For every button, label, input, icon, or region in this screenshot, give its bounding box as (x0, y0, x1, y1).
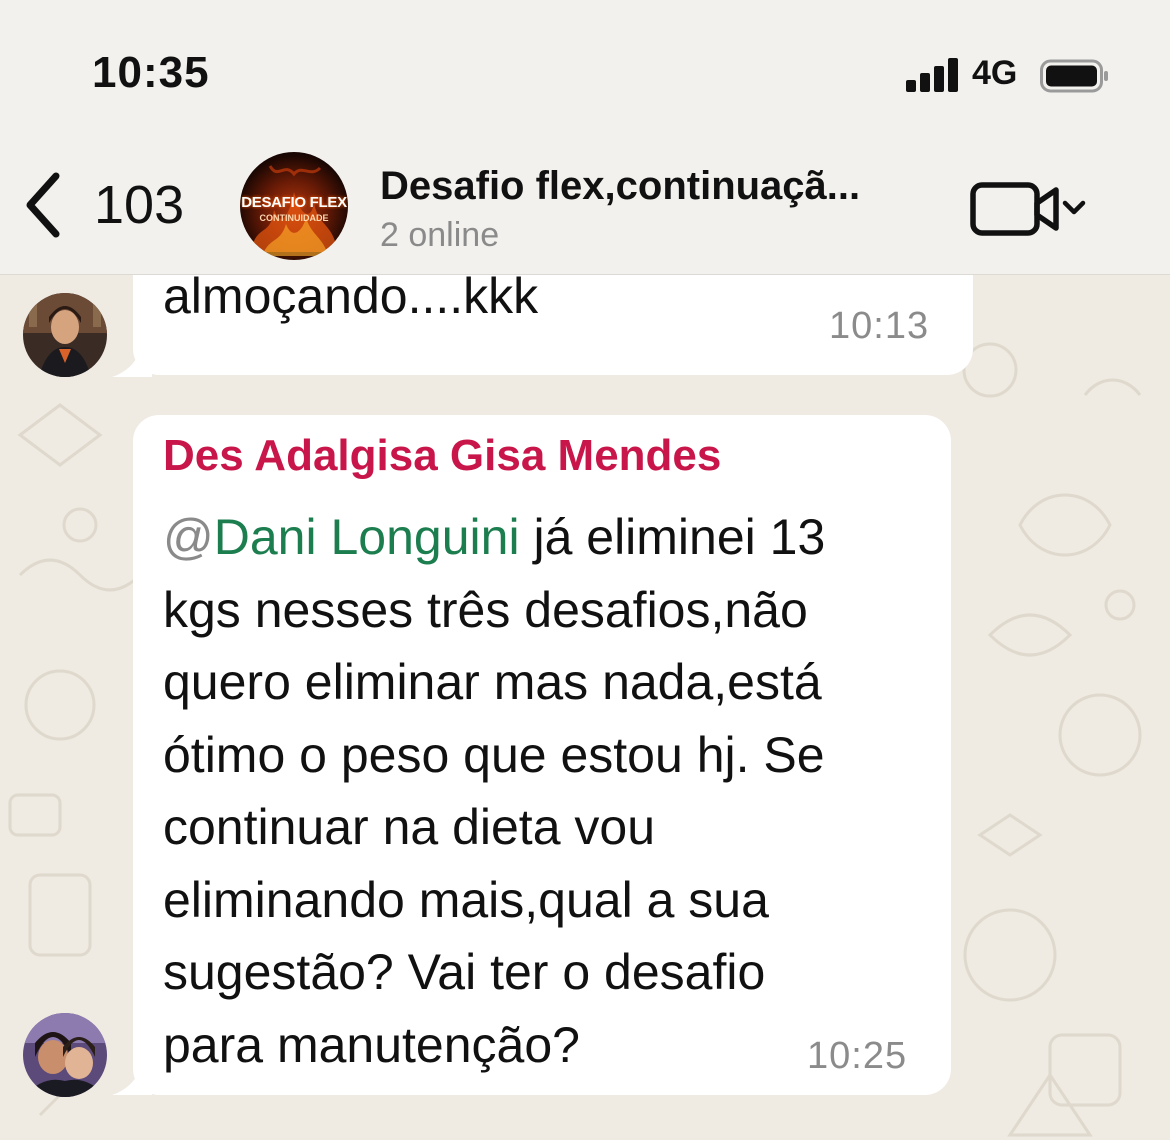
video-call-icon (970, 182, 1059, 236)
message-line-text: já eliminei 13 (519, 509, 826, 565)
status-time: 10:35 (92, 48, 210, 97)
group-logo-text: DESAFIO FLEX (241, 194, 347, 211)
status-bar: 10:35 4G (0, 0, 1170, 140)
back-chevron-icon (26, 172, 60, 238)
message-line: eliminando mais,qual a sua (163, 871, 769, 928)
sender-name[interactable]: Des Adalgisa Gisa Mendes (163, 431, 721, 481)
avatar-photo (23, 1013, 107, 1097)
group-logo-subtext: CONTINUIDADE (259, 213, 329, 223)
signal-bars-icon (906, 58, 960, 92)
message-line: sugestão? Vai ter o desafio (163, 944, 766, 1000)
avatar-photo (23, 293, 107, 377)
unread-count: 103 (94, 175, 185, 235)
group-avatar[interactable]: DESAFIO FLEX CONTINUIDADE (240, 152, 348, 260)
message-line: continuar na dieta vou (163, 799, 656, 855)
message-bubble[interactable]: almoçando....kkk 10:13 (133, 275, 973, 375)
network-type: 4G (972, 54, 1018, 92)
message-bubble[interactable]: Des Adalgisa Gisa Mendes @Dani Longuini … (133, 415, 951, 1095)
message-line: ótimo o peso que estou hj. Se (163, 726, 825, 783)
message-text: @Dani Longuini já eliminei 13 kgs nesses… (163, 501, 933, 1081)
chat-title[interactable]: Desafio flex,continuaçã... (380, 164, 860, 209)
mention-at-symbol: @ (163, 509, 214, 565)
back-button[interactable]: 103 (20, 170, 210, 240)
message-timestamp: 10:25 (807, 1035, 908, 1077)
chat-messages-area[interactable]: almoçando....kkk 10:13 Des Adalgisa Gisa… (0, 275, 1170, 1140)
message-timestamp: 10:13 (829, 305, 930, 347)
online-status: 2 online (380, 216, 500, 254)
chat-header: 103 DESAFIO FLEX CONTINUIDADE Desafio fl… (0, 140, 1170, 275)
message-line: quero eliminar mas nada,está (163, 654, 822, 710)
sender-avatar[interactable] (23, 1013, 107, 1097)
battery-icon (1040, 59, 1108, 93)
message-line: @Dani Longuini já eliminei 13 (163, 501, 933, 574)
video-call-button[interactable] (968, 176, 1092, 240)
mention-link[interactable]: Dani Longuini (214, 509, 520, 565)
message-line: kgs nesses três desafios,não (163, 581, 808, 638)
bubble-tail (112, 1055, 152, 1095)
chevron-down-icon (1062, 200, 1086, 215)
sender-avatar[interactable] (23, 293, 107, 377)
message-text: almoçando....kkk (163, 275, 539, 324)
